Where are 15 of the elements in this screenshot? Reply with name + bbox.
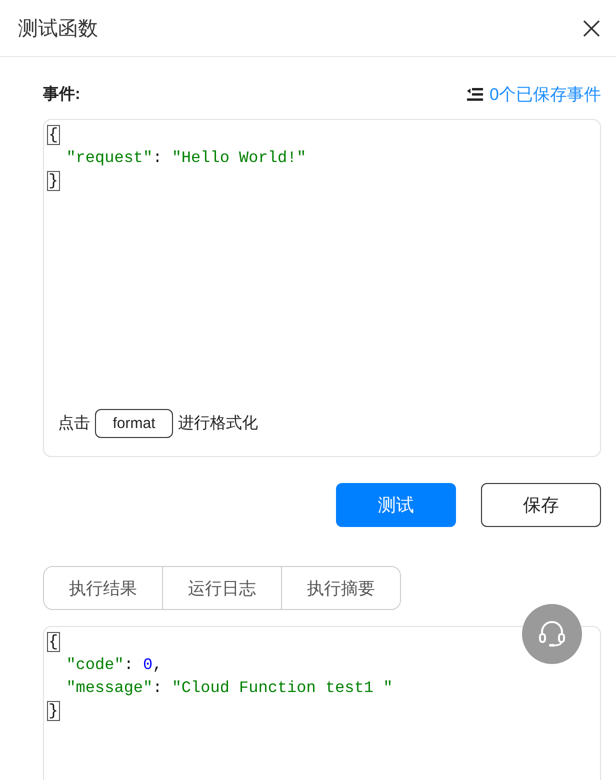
format-button[interactable]: format bbox=[95, 409, 173, 438]
list-icon bbox=[466, 88, 483, 100]
headset-icon bbox=[538, 621, 566, 647]
code-line: "message": "Cloud Function test1 " bbox=[66, 679, 393, 697]
code-line: "code": 0, bbox=[66, 656, 162, 674]
close-icon[interactable] bbox=[583, 20, 600, 36]
event-label: 事件: bbox=[43, 84, 80, 104]
event-editor[interactable]: { "request": "Hello World!" } 点击 format 进行格式化 bbox=[43, 119, 601, 457]
save-button[interactable]: 保存 bbox=[481, 483, 601, 527]
code-line: "request": "Hello World!" bbox=[66, 149, 306, 167]
result-tab[interactable]: 执行结果 bbox=[44, 567, 163, 609]
dialog-title: 测试函数 bbox=[18, 16, 98, 42]
hint-text: 点击 bbox=[58, 414, 90, 434]
hint-text: 进行格式化 bbox=[178, 414, 258, 434]
test-button[interactable]: 测试 bbox=[336, 483, 456, 527]
